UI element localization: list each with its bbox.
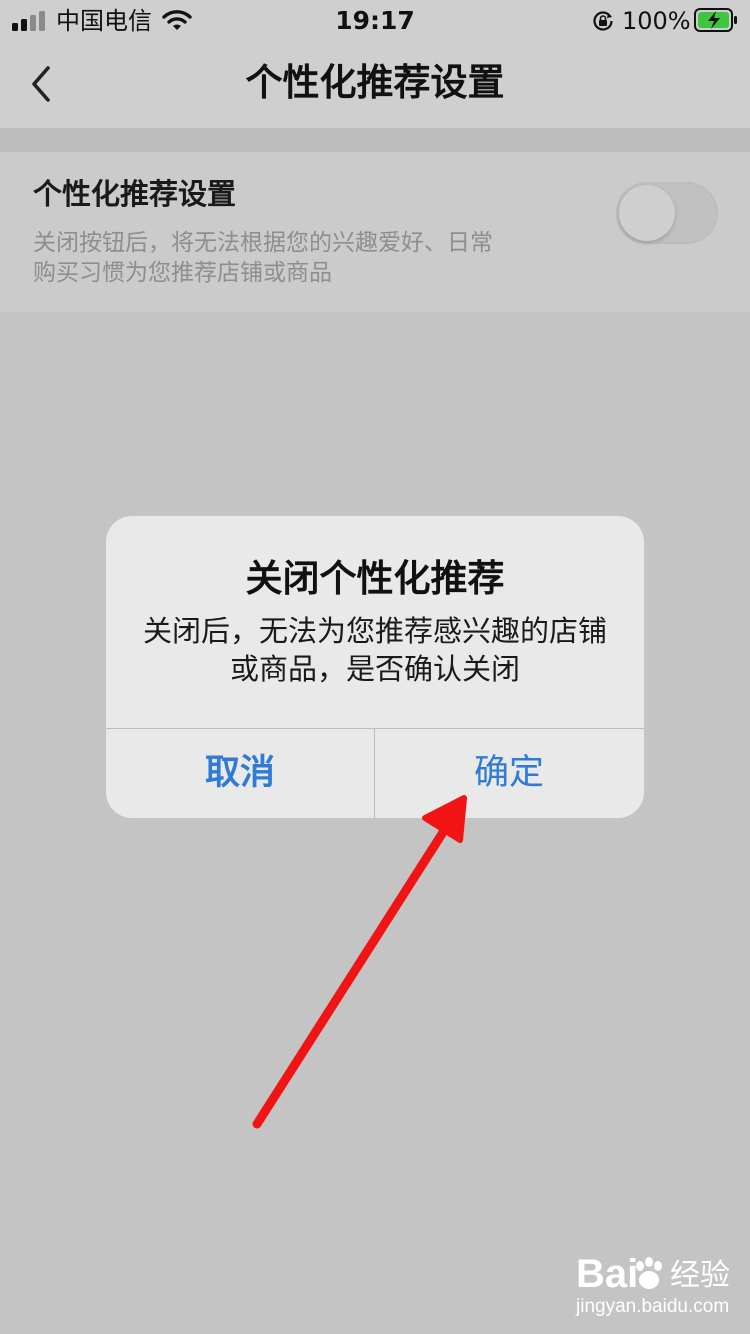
battery-charging-icon — [694, 8, 737, 32]
toggle-knob — [619, 185, 675, 241]
personalized-recommendation-row: 个性化推荐设置 关闭按钮后，将无法根据您的兴趣爱好、日常购买习惯为您推荐店铺或商… — [0, 152, 750, 312]
watermark-subtitle: 经验 — [670, 1258, 730, 1293]
rotation-lock-icon — [593, 11, 613, 31]
page-title: 个性化推荐设置 — [245, 61, 505, 104]
section-divider — [0, 128, 750, 152]
baidu-jingyan-watermark: Bai 经验 jingyan.baidu.com — [576, 1252, 736, 1322]
setting-description: 关闭按钮后，将无法根据您的兴趣爱好、日常购买习惯为您推荐店铺或商品 — [33, 230, 493, 286]
watermark-logo: Bai — [576, 1252, 639, 1296]
setting-title: 个性化推荐设置 — [33, 177, 237, 211]
cancel-button[interactable]: 取消 — [106, 729, 374, 818]
watermark-url: jingyan.baidu.com — [576, 1296, 730, 1317]
battery-percent: 100% — [622, 7, 691, 35]
confirm-button[interactable]: 确定 — [375, 729, 643, 818]
dialog-title: 关闭个性化推荐 — [245, 557, 505, 600]
paw-icon — [636, 1257, 662, 1289]
dialog-message: 关闭后，无法为您推荐感兴趣的店铺或商品，是否确认关闭 — [142, 614, 607, 686]
nav-bar: 个性化推荐设置 — [0, 42, 750, 128]
recommendation-toggle[interactable] — [616, 182, 718, 244]
status-bar: 中国电信 19:17 100% — [0, 0, 750, 42]
confirm-dialog: 关闭个性化推荐 关闭后，无法为您推荐感兴趣的店铺或商品，是否确认关闭 取消 确定 — [106, 516, 644, 818]
